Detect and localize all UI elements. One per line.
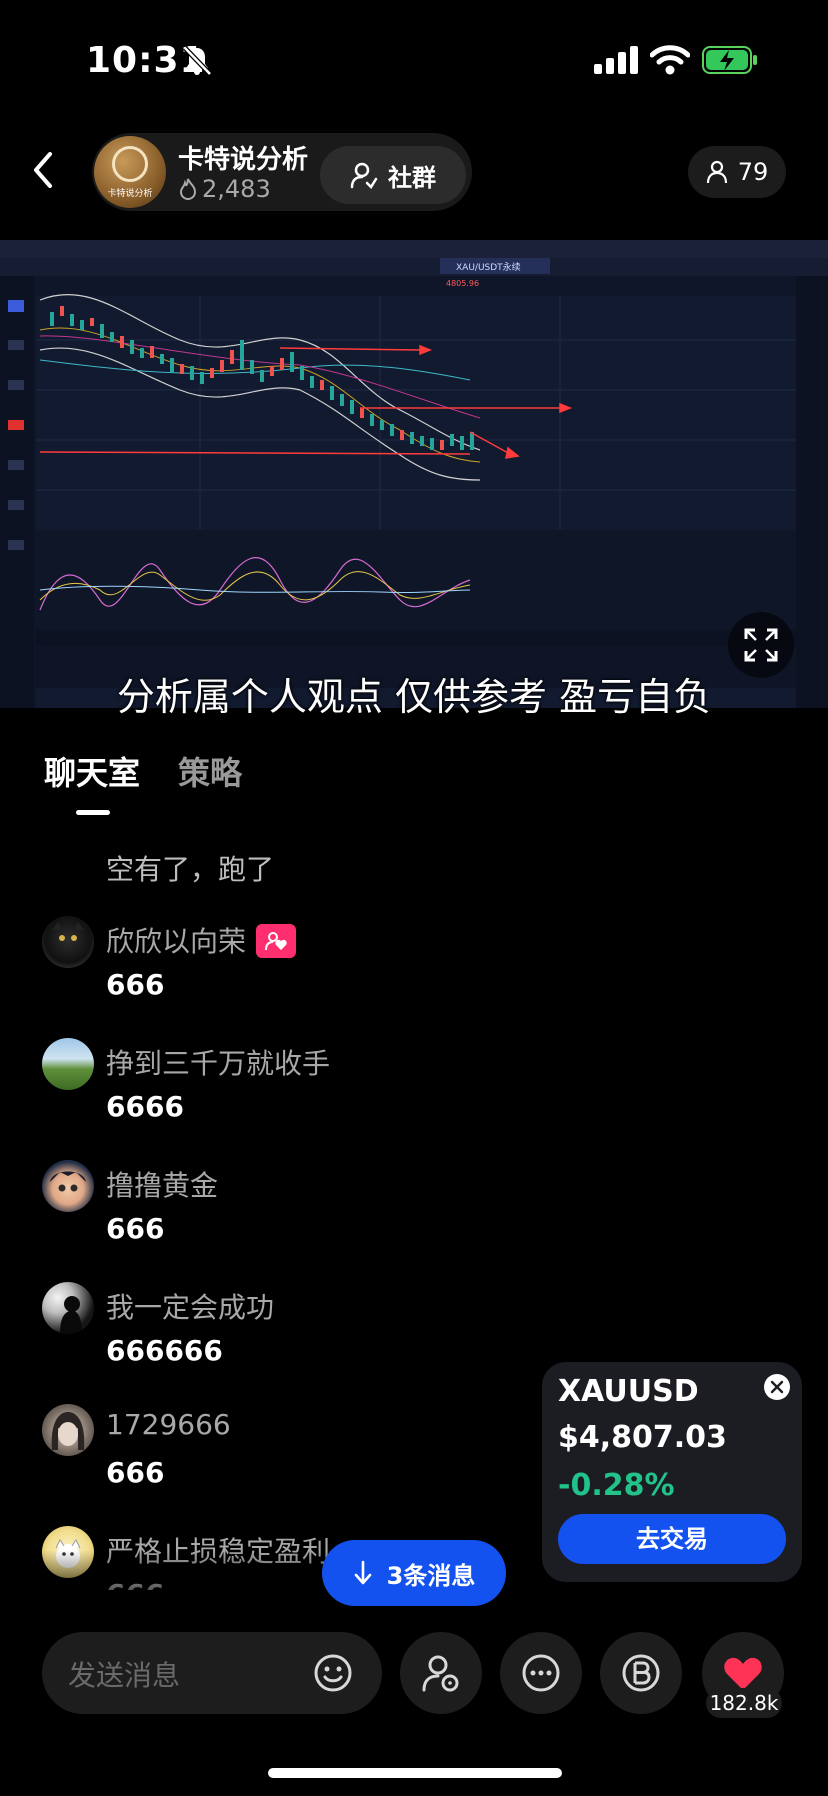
user-settings-icon xyxy=(422,1655,459,1692)
bell-slash-icon xyxy=(183,46,212,76)
signal-icon xyxy=(594,46,638,74)
emoji-icon[interactable] xyxy=(312,1652,354,1694)
chat-message: 1729666 666 xyxy=(42,1404,540,1514)
community-button[interactable]: 社群 xyxy=(320,146,466,204)
avatar[interactable] xyxy=(42,1160,94,1212)
more-button[interactable] xyxy=(500,1632,582,1714)
new-messages-button[interactable]: 3条消息 xyxy=(322,1540,506,1606)
bitcoin-button[interactable] xyxy=(600,1632,682,1714)
chat-message-text: 666 xyxy=(106,1456,165,1489)
battery-charging-icon xyxy=(702,46,757,74)
chat-message-text: 空有了，跑了 xyxy=(106,853,275,886)
chat-username: 欣欣以向荣 xyxy=(106,920,297,960)
chat-list[interactable]: 空有了，跑了 欣欣以向荣 666 挣到三千万就收手 6666 撸撸黄金 666 … xyxy=(0,830,540,1590)
more-icon xyxy=(522,1654,560,1692)
flame-icon xyxy=(179,177,197,200)
chat-message: 撸撸黄金 666 xyxy=(42,1160,540,1270)
chat-message-text: 6666 xyxy=(106,1090,184,1123)
community-label: 社群 xyxy=(388,163,436,192)
person-icon xyxy=(706,160,727,184)
wifi-icon xyxy=(650,45,690,75)
like-count: 182.8k xyxy=(706,1688,782,1718)
host-avatar-label: 卡特说分析 xyxy=(107,189,153,199)
chat-message-text: 666 xyxy=(106,1212,165,1245)
host-likes-count: 2,483 xyxy=(202,175,271,203)
message-input[interactable]: 发送消息 xyxy=(42,1632,382,1714)
chat-message: 我一定会成功 666666 xyxy=(42,1282,540,1392)
chat-message-text: 666666 xyxy=(106,1334,223,1367)
host-logo-mark xyxy=(112,146,148,182)
chat-message: 挣到三千万就收手 6666 xyxy=(42,1038,540,1148)
chat-message: 欣欣以向荣 666 xyxy=(42,916,540,1026)
chart-price: 4805.96 xyxy=(446,279,479,288)
trade-change: -0.28% xyxy=(558,1468,675,1503)
chat-username: 撸撸黄金 xyxy=(106,1169,219,1202)
trade-price: $4,807.03 xyxy=(558,1420,727,1455)
back-icon[interactable] xyxy=(26,148,60,192)
host-name: 卡特说分析 xyxy=(178,145,309,175)
chat-username: 我一定会成功 xyxy=(106,1291,275,1324)
viewer-count[interactable]: 79 xyxy=(688,146,786,198)
b-coin-icon xyxy=(622,1654,660,1692)
arrow-down-icon xyxy=(354,1560,371,1585)
chat-username: 1729666 xyxy=(106,1408,231,1441)
message-input-placeholder: 发送消息 xyxy=(68,1659,181,1692)
avatar[interactable] xyxy=(42,916,94,968)
video-subtitle: 分析属个人观点 仅供参考 盈亏自负 xyxy=(116,675,712,719)
chat-message-text: 666 xyxy=(106,968,165,1001)
avatar[interactable] xyxy=(42,1038,94,1090)
trade-card-close-button[interactable] xyxy=(764,1374,790,1400)
viewer-count-value: 79 xyxy=(737,158,769,186)
new-messages-label: 3条消息 xyxy=(386,1561,476,1590)
chart-symbol: XAU/USDT永续 xyxy=(456,261,521,273)
fullscreen-icon xyxy=(744,628,778,662)
host-likes: 2,483 xyxy=(178,175,271,203)
user-action-button[interactable] xyxy=(400,1632,482,1714)
trading-chart-screen: XAU/USDT永续 4805.96 xyxy=(0,240,828,708)
trade-symbol: XAUUSD xyxy=(558,1374,699,1409)
chat-username-text: 欣欣以向荣 xyxy=(106,925,247,958)
home-indicator[interactable] xyxy=(268,1768,562,1778)
tab-strategy[interactable]: 策略 xyxy=(178,748,242,794)
go-trade-button[interactable]: 去交易 xyxy=(558,1514,786,1564)
tab-chat-room[interactable]: 聊天室 xyxy=(44,748,140,794)
host-avatar[interactable]: 卡特说分析 xyxy=(94,136,166,208)
user-community-icon xyxy=(350,162,378,189)
active-tab-indicator xyxy=(76,810,110,815)
chat-username: 挣到三千万就收手 xyxy=(106,1047,331,1080)
close-icon xyxy=(770,1380,784,1394)
status-bar: 10:31 xyxy=(0,0,828,120)
avatar[interactable] xyxy=(42,1282,94,1334)
heart-badge-icon xyxy=(256,924,297,958)
avatar[interactable] xyxy=(42,1404,94,1456)
live-video[interactable]: XAU/USDT永续 4805.96 xyxy=(0,240,828,708)
trade-card: XAUUSD $4,807.03 -0.28% 去交易 xyxy=(542,1362,802,1582)
